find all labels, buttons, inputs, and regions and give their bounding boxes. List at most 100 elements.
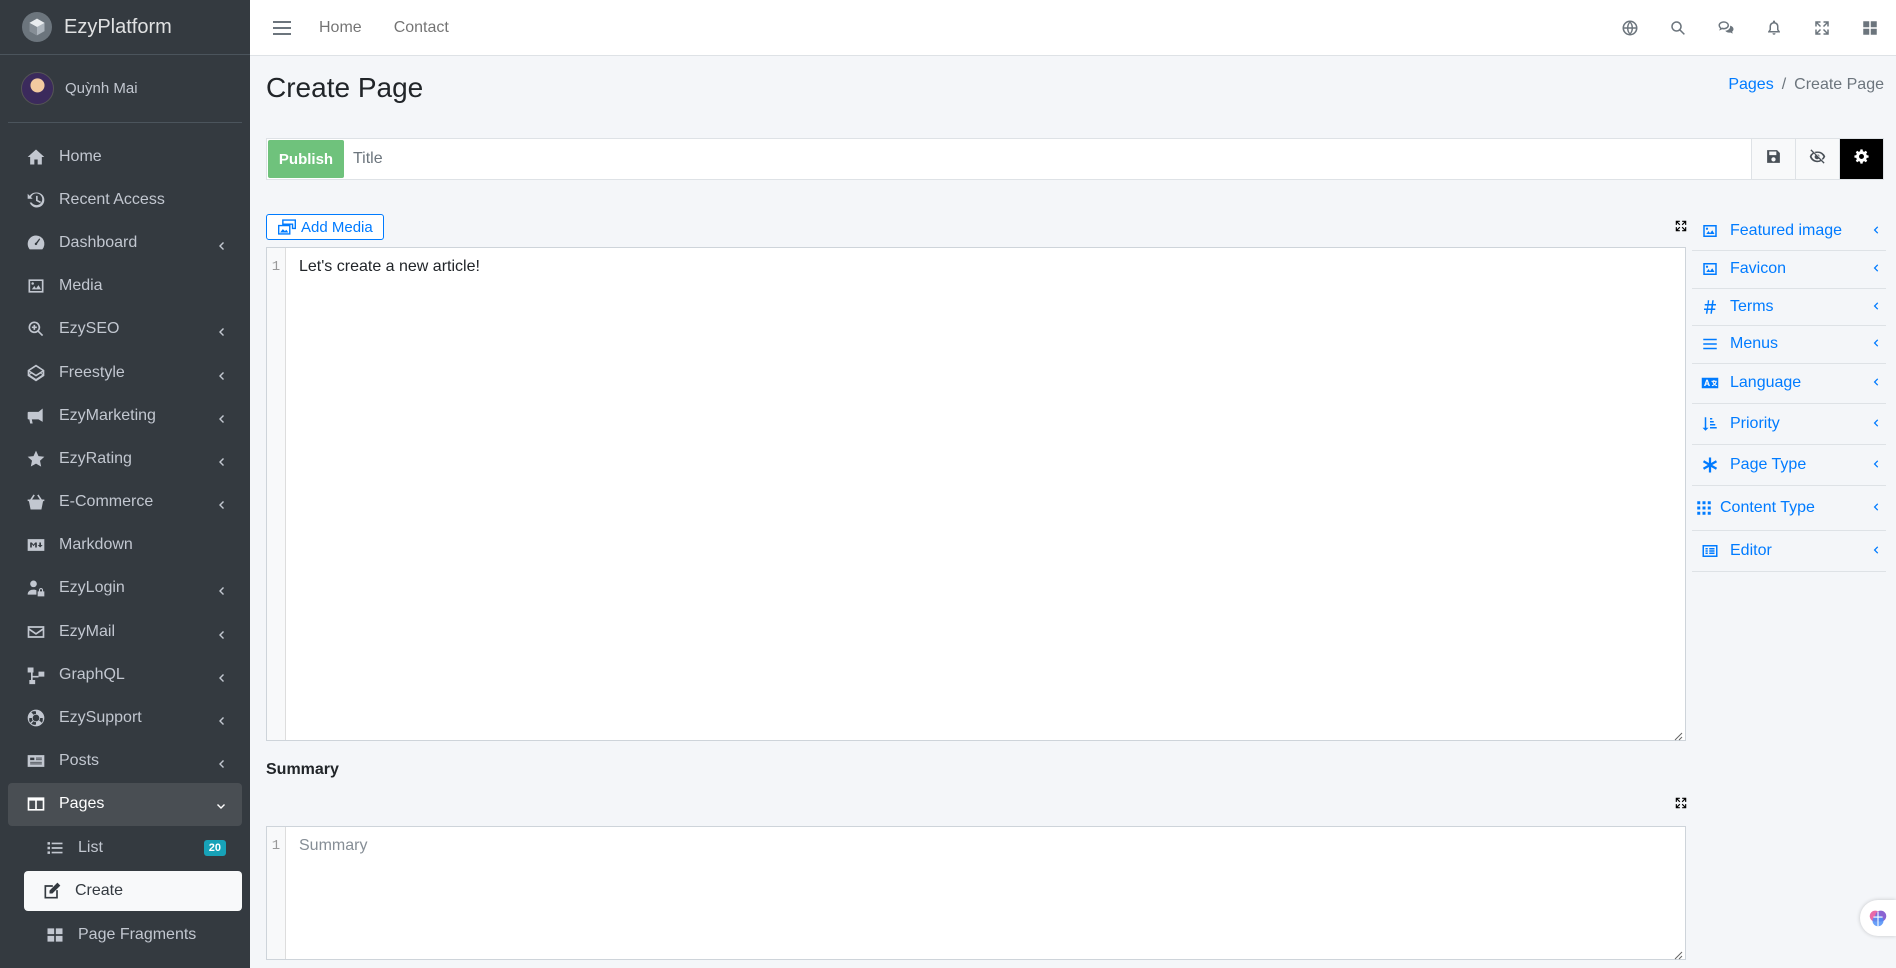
avatar bbox=[21, 72, 54, 105]
sidebar-item-ezyseo[interactable]: EzySEO bbox=[8, 308, 242, 351]
title-row: Publish bbox=[266, 138, 1884, 180]
summary-placeholder: Summary bbox=[299, 837, 368, 854]
codepen-icon bbox=[25, 362, 47, 384]
sidebar-item-label: EzyMail bbox=[59, 622, 116, 640]
chevron-left-icon bbox=[1871, 374, 1880, 392]
panel-item-editor[interactable]: Editor bbox=[1692, 531, 1886, 572]
sidebar-item-posts[interactable]: Posts bbox=[8, 740, 242, 783]
editor-fullscreen-icon[interactable] bbox=[1674, 219, 1690, 235]
panel-item-featured-image[interactable]: Featured image bbox=[1692, 211, 1886, 251]
hashtag-icon bbox=[1700, 297, 1720, 317]
language-icon bbox=[1700, 373, 1720, 393]
bell-icon[interactable] bbox=[1764, 18, 1784, 38]
line-number-gutter: 1 bbox=[267, 248, 286, 740]
sidebar-item-label: EzyMarketing bbox=[59, 406, 156, 424]
brand-link[interactable]: EzyPlatform bbox=[0, 0, 250, 55]
summary-fullscreen-icon[interactable] bbox=[1674, 796, 1690, 812]
image-icon bbox=[1700, 259, 1720, 279]
fullscreen-icon[interactable] bbox=[1812, 18, 1832, 38]
panel-item-terms[interactable]: Terms bbox=[1692, 289, 1886, 326]
sidebar: EzyPlatform Quỳnh Mai Home Recent Access… bbox=[0, 0, 250, 968]
user-panel[interactable]: Quỳnh Mai bbox=[8, 55, 242, 123]
sidebar-item-dashboard[interactable]: Dashboard bbox=[8, 221, 242, 264]
sidebar-item-ezymarketing[interactable]: EzyMarketing bbox=[8, 394, 242, 437]
panel-item-menus[interactable]: Menus bbox=[1692, 326, 1886, 364]
chevron-left-icon bbox=[216, 583, 226, 596]
chevron-left-icon bbox=[1871, 222, 1880, 240]
preview-button[interactable] bbox=[1795, 139, 1839, 179]
sidebar-subitem-page-fragments[interactable]: Page Fragments bbox=[24, 913, 242, 956]
resize-handle-icon[interactable] bbox=[1673, 728, 1683, 741]
settings-panel: Featured image Favicon Terms Menus Langu… bbox=[1692, 211, 1886, 572]
search-icon[interactable] bbox=[1668, 18, 1688, 38]
save-icon bbox=[1765, 148, 1782, 170]
sidebar-subitem-list[interactable]: List 20 bbox=[24, 826, 242, 869]
sidebar-item-label: Freestyle bbox=[59, 363, 125, 381]
home-icon bbox=[25, 146, 47, 168]
menu-toggle-icon[interactable] bbox=[273, 20, 291, 35]
apps-icon[interactable] bbox=[1860, 18, 1880, 38]
comments-icon[interactable] bbox=[1716, 18, 1736, 38]
chevron-left-icon bbox=[216, 713, 226, 726]
title-input[interactable] bbox=[345, 139, 1751, 179]
sidebar-item-ezymail[interactable]: EzyMail bbox=[8, 610, 242, 653]
topbar: Home Contact bbox=[250, 0, 1896, 56]
sidebar-subitem-create[interactable]: Create bbox=[24, 871, 242, 911]
star-icon bbox=[25, 448, 47, 470]
summary-editor[interactable]: 1 Summary bbox=[266, 826, 1686, 960]
panel-item-language[interactable]: Language bbox=[1692, 364, 1886, 404]
sidebar-item-pages[interactable]: Pages bbox=[8, 782, 242, 826]
resize-handle-icon[interactable] bbox=[1673, 947, 1683, 960]
panel-item-page-type[interactable]: Page Type bbox=[1692, 445, 1886, 486]
panel-item-label: Favicon bbox=[1730, 260, 1787, 278]
panel-item-favicon[interactable]: Favicon bbox=[1692, 251, 1886, 289]
panel-item-label: Page Type bbox=[1730, 455, 1807, 473]
lifebuoy-icon bbox=[25, 707, 47, 729]
content-editor[interactable]: 1 Let's create a new article! bbox=[266, 247, 1686, 741]
sidebar-item-label: E-Commerce bbox=[59, 493, 154, 511]
sidebar-item-label: Create bbox=[75, 882, 124, 899]
newspaper-icon bbox=[25, 750, 47, 772]
sidebar-item-label: Recent Access bbox=[59, 190, 165, 208]
sidebar-item-ezysupport[interactable]: EzySupport bbox=[8, 696, 242, 739]
breadcrumb-link-pages[interactable]: Pages bbox=[1728, 76, 1773, 93]
brain-icon bbox=[1869, 910, 1887, 927]
sidebar-item-home[interactable]: Home bbox=[8, 135, 242, 178]
save-draft-button[interactable] bbox=[1751, 139, 1795, 179]
history-icon bbox=[25, 189, 47, 211]
settings-button[interactable] bbox=[1839, 139, 1883, 179]
panel-item-label: Featured image bbox=[1730, 221, 1843, 239]
panel-item-label: Terms bbox=[1730, 297, 1774, 315]
sidebar-item-recent-access[interactable]: Recent Access bbox=[8, 178, 242, 221]
sidebar-item-freestyle[interactable]: Freestyle bbox=[8, 351, 242, 394]
chevron-left-icon bbox=[216, 454, 226, 466]
chevron-left-icon bbox=[216, 670, 226, 682]
list-icon bbox=[44, 837, 66, 859]
breadcrumb-separator: / bbox=[1781, 76, 1787, 93]
chevron-left-icon bbox=[1871, 415, 1880, 433]
sidebar-item-ezylogin[interactable]: EzyLogin bbox=[8, 567, 242, 610]
top-link-contact[interactable]: Contact bbox=[394, 19, 449, 37]
sidebar-item-label: Pages bbox=[59, 795, 105, 813]
sidebar-item-e-commerce[interactable]: E-Commerce bbox=[8, 481, 242, 524]
sidebar-item-label: EzySupport bbox=[59, 709, 142, 727]
sidebar-item-media[interactable]: Media bbox=[8, 265, 242, 308]
sidebar-item-markdown[interactable]: Markdown bbox=[8, 524, 242, 567]
publish-button[interactable]: Publish bbox=[268, 140, 344, 178]
ai-assistant-button[interactable] bbox=[1860, 900, 1896, 936]
chevron-left-icon bbox=[216, 756, 226, 769]
user-name: Quỳnh Mai bbox=[65, 80, 138, 97]
panel-item-content-type[interactable]: Content Type bbox=[1692, 486, 1886, 531]
top-link-home[interactable]: Home bbox=[319, 19, 362, 37]
sidebar-item-graphql[interactable]: GraphQL bbox=[8, 653, 242, 696]
sidebar-item-label: Dashboard bbox=[59, 233, 138, 251]
chevron-left-icon bbox=[1871, 499, 1880, 517]
sidebar-item-ezyrating[interactable]: EzyRating bbox=[8, 437, 242, 480]
globe-icon[interactable] bbox=[1620, 18, 1640, 38]
markdown-icon bbox=[25, 534, 47, 556]
add-media-button[interactable]: Add Media bbox=[266, 214, 384, 240]
chevron-down-icon bbox=[216, 799, 226, 810]
panel-item-priority[interactable]: Priority bbox=[1692, 404, 1886, 445]
panel-item-label: Editor bbox=[1730, 541, 1772, 559]
grid-icon bbox=[44, 924, 66, 946]
